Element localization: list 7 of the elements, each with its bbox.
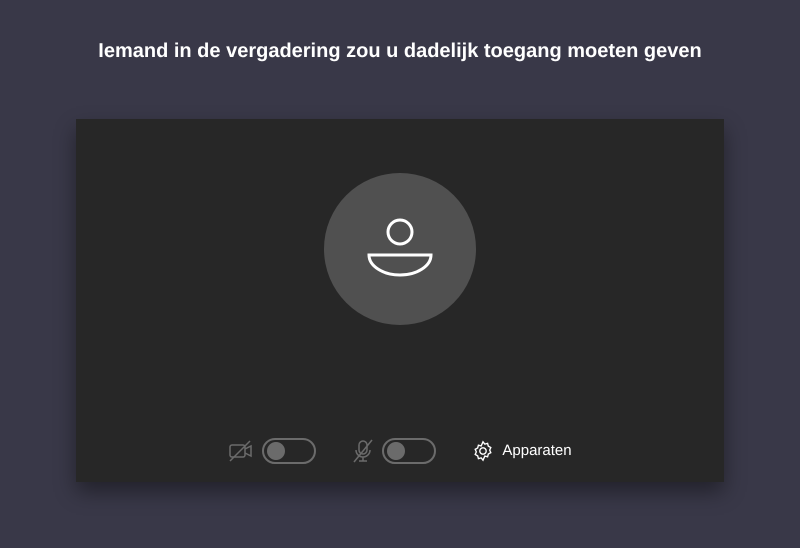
microphone-off-icon bbox=[352, 439, 374, 463]
devices-button[interactable]: Apparaten bbox=[472, 440, 572, 462]
settings-icon bbox=[472, 440, 494, 462]
waiting-message: Iemand in de vergadering zou u dadelijk toegang moeten geven bbox=[98, 39, 702, 64]
camera-off-icon bbox=[228, 440, 254, 462]
toggle-switch[interactable] bbox=[382, 438, 436, 464]
toggle-switch[interactable] bbox=[262, 438, 316, 464]
